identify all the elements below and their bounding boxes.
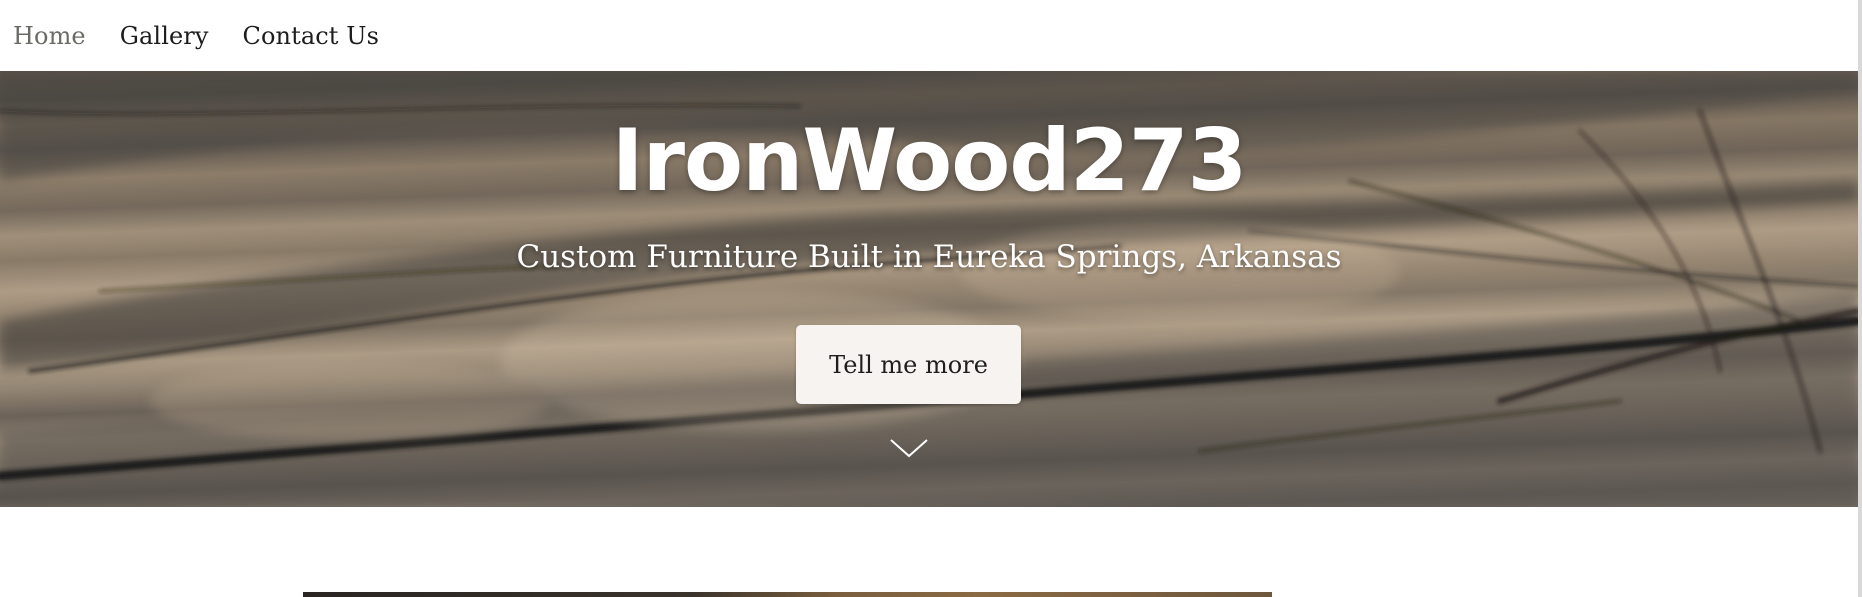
nav-contact-link[interactable]: Contact Us <box>243 22 379 50</box>
hero-section: IronWood273 Custom Furniture Built in Eu… <box>0 71 1858 507</box>
top-navigation: Home Gallery Contact Us <box>0 0 1858 71</box>
hero-title: IronWood273 <box>611 111 1248 211</box>
hero-subtitle: Custom Furniture Built in Eureka Springs… <box>516 239 1342 275</box>
content-image-preview <box>303 592 1272 597</box>
page: Home Gallery Contact Us IronWood273 Cust… <box>0 0 1862 597</box>
nav-home-link[interactable]: Home <box>13 22 86 50</box>
nav-gallery-link[interactable]: Gallery <box>120 22 209 50</box>
tell-me-more-button[interactable]: Tell me more <box>796 325 1021 404</box>
scrollbar[interactable] <box>1858 0 1862 597</box>
chevron-down-icon[interactable] <box>888 437 930 459</box>
